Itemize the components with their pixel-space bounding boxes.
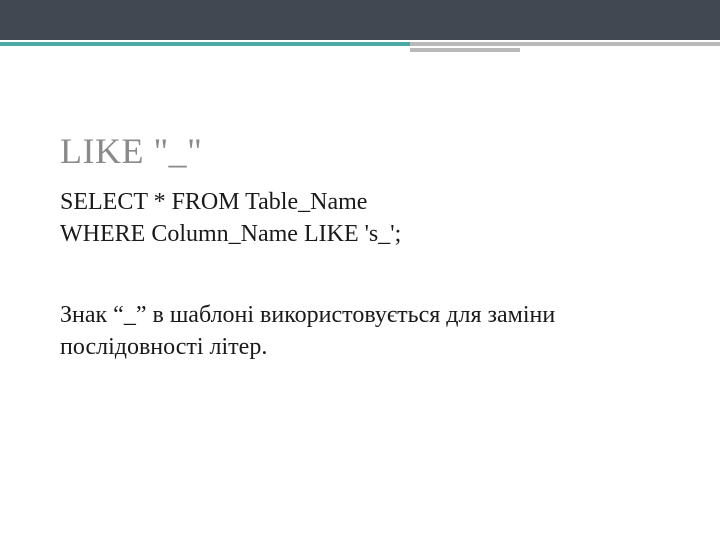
sql-line-1: SELECT * FROM Table_Name xyxy=(60,186,660,218)
slide: LIKE "_" SELECT * FROM Table_Name WHERE … xyxy=(0,0,720,540)
accent-gray-line xyxy=(410,42,720,46)
spacer xyxy=(60,251,660,299)
accent-line xyxy=(0,42,720,46)
description-text: Знак “_” в шаблоні використовується для … xyxy=(60,299,660,364)
content-area: LIKE "_" SELECT * FROM Table_Name WHERE … xyxy=(60,130,660,364)
header-band xyxy=(0,0,720,40)
sql-line-2: WHERE Column_Name LIKE 's_'; xyxy=(60,218,660,250)
accent-gray-short-line xyxy=(410,48,520,52)
slide-title: LIKE "_" xyxy=(60,130,660,172)
